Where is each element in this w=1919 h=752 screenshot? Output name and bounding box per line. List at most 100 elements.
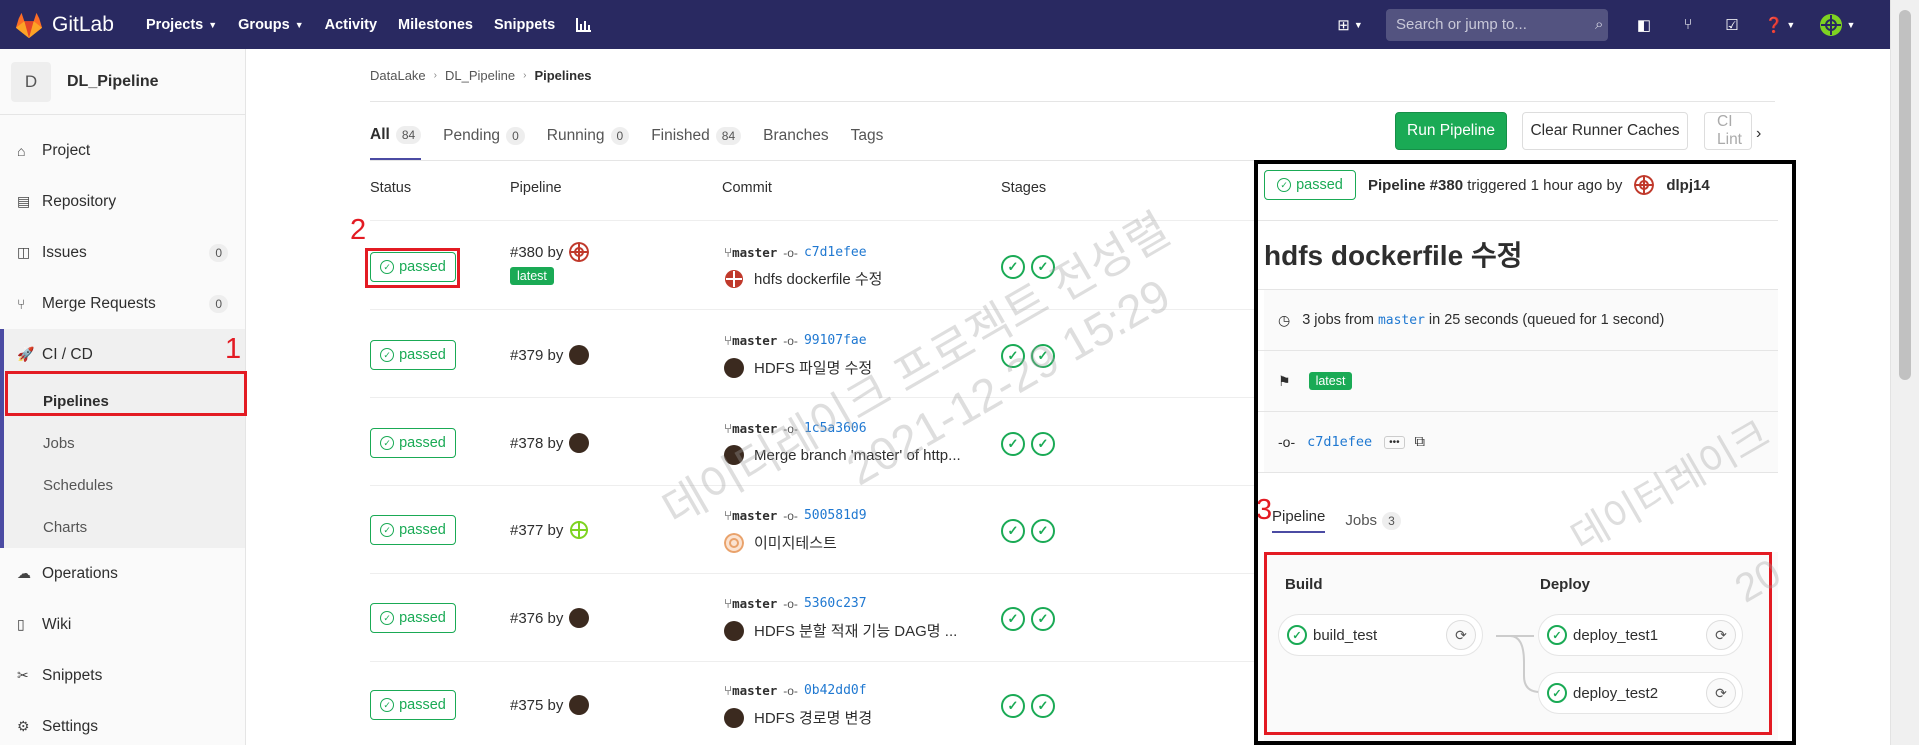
merge-request-icon[interactable]: ⑂	[1674, 11, 1702, 39]
sidebar-toggle-icon[interactable]: ◧	[1630, 11, 1658, 39]
commit-sha[interactable]: 0b42dd0f	[804, 683, 867, 698]
commit-message[interactable]: HDFS 경로명 변경	[724, 707, 872, 728]
branch-name[interactable]: master	[732, 421, 777, 436]
status-badge[interactable]: ✓ passed	[370, 603, 456, 633]
commit-message[interactable]: HDFS 파일명 수정	[724, 357, 872, 378]
branch-name[interactable]: master	[732, 333, 777, 348]
breadcrumb-pipelines[interactable]: Pipelines	[534, 68, 591, 83]
branch-name[interactable]: master	[732, 683, 777, 698]
stage-passed-icon[interactable]: ✓	[1001, 694, 1025, 718]
run-pipeline-button[interactable]: Run Pipeline	[1395, 112, 1507, 150]
stage-passed-icon[interactable]: ✓	[1031, 607, 1055, 631]
sidebar-item-settings[interactable]: ⚙ Settings	[0, 701, 245, 752]
ellipsis-button[interactable]: •••	[1384, 435, 1405, 449]
nav-snippets[interactable]: Snippets	[494, 17, 555, 33]
nav-projects[interactable]: Projects ▼	[146, 17, 217, 33]
chart-icon[interactable]	[576, 17, 592, 32]
sidebar-sub-jobs[interactable]: Jobs	[4, 422, 245, 464]
sidebar-item-issues[interactable]: ◫ Issues 0	[0, 227, 245, 278]
tab-branches[interactable]: Branches	[763, 112, 828, 160]
project-header[interactable]: D DL_Pipeline	[0, 49, 245, 115]
tab-all[interactable]: All 84	[370, 112, 422, 160]
commit-message[interactable]: hdfs dockerfile 수정	[724, 268, 882, 289]
commit-sha[interactable]: 500581d9	[804, 508, 867, 523]
nav-milestones[interactable]: Milestones	[398, 17, 473, 33]
stage-passed-icon[interactable]: ✓	[1001, 432, 1025, 456]
pipeline-id[interactable]: #378 by	[510, 433, 590, 453]
sidebar-item-project[interactable]: ⌂ Project	[0, 125, 245, 176]
help-icon[interactable]: ❓ ▼	[1762, 11, 1798, 39]
clear-runner-caches-button[interactable]: Clear Runner Caches	[1522, 112, 1688, 150]
stage-passed-icon[interactable]: ✓	[1031, 519, 1055, 543]
branch-icon: ⑂	[724, 245, 733, 260]
branch-icon: ⑂	[724, 421, 733, 436]
popup-pipeline-id[interactable]: Pipeline #380	[1368, 177, 1463, 194]
branch-name[interactable]: master	[732, 508, 777, 523]
pipeline-id[interactable]: #377 by	[510, 520, 589, 540]
popup-commit-sha[interactable]: c7d1efee	[1307, 434, 1372, 450]
popup-user[interactable]: dlpj14	[1666, 177, 1709, 194]
commit-message[interactable]: HDFS 분할 적재 기능 DAG명 ...	[724, 620, 957, 641]
status-badge[interactable]: ✓ passed	[370, 428, 456, 458]
sidebar-item-operations[interactable]: ☁ Operations	[0, 548, 245, 599]
stage-passed-icon[interactable]: ✓	[1001, 519, 1025, 543]
branch-name[interactable]: master	[732, 245, 777, 260]
tab-finished[interactable]: Finished 84	[651, 112, 742, 160]
pipeline-id[interactable]: #376 by	[510, 608, 590, 628]
stage-passed-icon[interactable]: ✓	[1001, 255, 1025, 279]
stage-passed-icon[interactable]: ✓	[1031, 255, 1055, 279]
stage-passed-icon[interactable]: ✓	[1031, 432, 1055, 456]
todo-icon[interactable]: ☑	[1718, 11, 1746, 39]
search-box[interactable]: ⌕	[1386, 8, 1608, 41]
pipeline-id[interactable]: #375 by	[510, 695, 590, 715]
pipeline-id[interactable]: #380 by	[510, 242, 590, 262]
tab-pending[interactable]: Pending 0	[443, 112, 525, 160]
tab-running[interactable]: Running 0	[547, 112, 630, 160]
tab-jobs[interactable]: Jobs 3	[1345, 508, 1401, 533]
breadcrumb-dl-pipeline[interactable]: DL_Pipeline	[445, 68, 515, 83]
commit-sha[interactable]: 1c5a3606	[804, 421, 867, 436]
gear-icon: ⚙	[17, 718, 30, 734]
commit-message[interactable]: 이미지테스트	[724, 532, 837, 553]
header-stages: Stages	[1001, 180, 1047, 196]
stage-passed-icon[interactable]: ✓	[1001, 607, 1025, 631]
ci-lint-button[interactable]: CI Lint	[1704, 112, 1752, 150]
stage-passed-icon[interactable]: ✓	[1031, 344, 1055, 368]
commit-sha[interactable]: 5360c237	[804, 596, 867, 611]
nav-groups[interactable]: Groups ▼	[238, 17, 303, 33]
stage-passed-icon[interactable]: ✓	[1001, 344, 1025, 368]
sidebar-sub-charts[interactable]: Charts	[4, 506, 245, 548]
search-input[interactable]	[1396, 16, 1595, 33]
gitlab-logo[interactable]: GitLab	[14, 11, 134, 39]
sidebar-item-merge-requests[interactable]: ⑂ Merge Requests 0	[0, 278, 245, 329]
status-badge[interactable]: ✓ passed	[370, 340, 456, 370]
sidebar-sub-schedules[interactable]: Schedules	[4, 464, 245, 506]
tab-pipeline[interactable]: Pipeline	[1272, 508, 1326, 533]
user-avatar-icon[interactable]: ▼	[1814, 11, 1860, 39]
status-badge[interactable]: ✓ passed	[1264, 170, 1356, 200]
status-badge[interactable]: ✓ passed	[370, 515, 456, 545]
copy-icon[interactable]: ⧉	[1415, 434, 1425, 450]
tab-tags[interactable]: Tags	[851, 112, 884, 160]
page-scrollbar-thumb[interactable]	[1899, 10, 1911, 380]
sidebar-item-snippets[interactable]: ✂ Snippets	[0, 650, 245, 701]
commit-message[interactable]: Merge branch 'master' of http...	[724, 445, 961, 465]
pipeline-id[interactable]: #379 by	[510, 345, 590, 365]
status-badge[interactable]: ✓ passed	[370, 252, 456, 282]
user-avatar	[569, 695, 590, 715]
chevron-right-icon[interactable]: ›	[1756, 125, 1761, 143]
popup-branch[interactable]: master	[1378, 313, 1425, 328]
nav-activity[interactable]: Activity	[325, 17, 377, 33]
stage-passed-icon[interactable]: ✓	[1031, 694, 1055, 718]
status-badge[interactable]: ✓ passed	[370, 690, 456, 720]
divider	[370, 220, 1265, 221]
sidebar-item-repository[interactable]: ▤ Repository	[0, 176, 245, 227]
annotation-box-3	[1264, 552, 1772, 735]
sidebar-item-wiki[interactable]: ▯ Wiki	[0, 599, 245, 650]
new-plus-icon[interactable]: ⊞ ▼	[1330, 11, 1370, 39]
commit-sha[interactable]: 99107fae	[804, 333, 867, 348]
branch-name[interactable]: master	[732, 596, 777, 611]
commit-sha[interactable]: c7d1efee	[804, 245, 867, 260]
commit-ref: ⑂ master -o-c7d1efee	[724, 245, 867, 260]
breadcrumb-datalake[interactable]: DataLake	[370, 68, 426, 83]
